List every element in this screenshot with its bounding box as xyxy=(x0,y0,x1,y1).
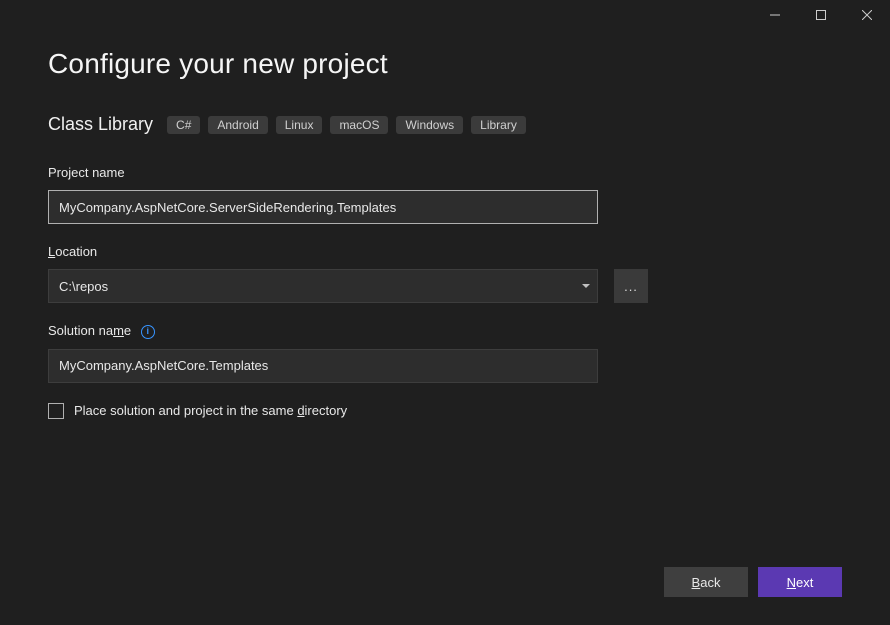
location-group: Location ... xyxy=(48,244,842,303)
tag: Linux xyxy=(276,116,323,134)
solution-name-label: Solution name i xyxy=(48,323,842,339)
info-icon[interactable]: i xyxy=(141,325,155,339)
template-tags: C# Android Linux macOS Windows Library xyxy=(167,116,526,134)
label-text: Solution name xyxy=(48,323,131,338)
label-text: Project name xyxy=(48,165,125,180)
same-directory-checkbox[interactable] xyxy=(48,403,64,419)
titlebar xyxy=(0,0,890,32)
label-text: Location xyxy=(48,244,97,259)
location-row: ... xyxy=(48,269,842,303)
page-title: Configure your new project xyxy=(48,48,842,80)
template-header: Class Library C# Android Linux macOS Win… xyxy=(48,114,842,135)
same-directory-row: Place solution and project in the same d… xyxy=(48,403,842,419)
maximize-button[interactable] xyxy=(798,0,844,30)
location-label: Location xyxy=(48,244,842,259)
tag: Library xyxy=(471,116,526,134)
close-button[interactable] xyxy=(844,0,890,30)
solution-name-input[interactable] xyxy=(48,349,598,383)
next-button[interactable]: Next xyxy=(758,567,842,597)
location-combobox[interactable] xyxy=(48,269,598,303)
solution-name-group: Solution name i xyxy=(48,323,842,383)
same-directory-label: Place solution and project in the same d… xyxy=(74,403,347,418)
tag: Android xyxy=(208,116,267,134)
project-name-group: Project name xyxy=(48,165,842,224)
tag: C# xyxy=(167,116,200,134)
project-name-input[interactable] xyxy=(48,190,598,224)
template-name: Class Library xyxy=(48,114,153,135)
browse-button[interactable]: ... xyxy=(614,269,648,303)
dialog-footer: Back Next xyxy=(664,567,842,597)
back-button[interactable]: Back xyxy=(664,567,748,597)
tag: macOS xyxy=(330,116,388,134)
window-controls xyxy=(752,0,890,30)
dialog-content: Configure your new project Class Library… xyxy=(0,32,890,419)
minimize-button[interactable] xyxy=(752,0,798,30)
tag: Windows xyxy=(396,116,463,134)
project-name-label: Project name xyxy=(48,165,842,180)
location-input[interactable] xyxy=(48,269,598,303)
